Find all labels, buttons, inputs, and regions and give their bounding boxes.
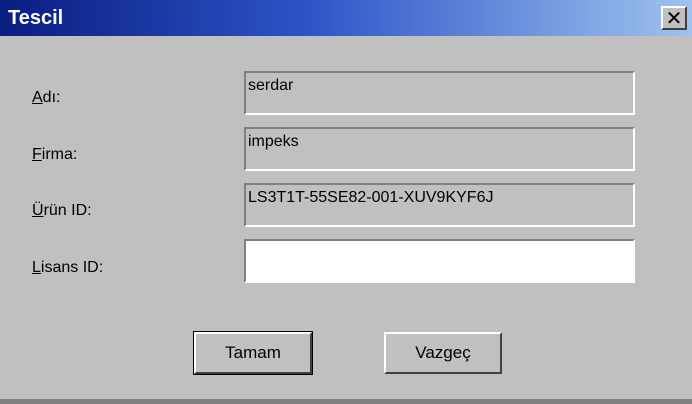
license-id-input[interactable] bbox=[244, 239, 635, 283]
name-label-mnemonic: A bbox=[32, 89, 43, 106]
product-id-label: Ürün ID: bbox=[32, 201, 92, 221]
company-label: Firma: bbox=[32, 145, 77, 165]
window-bottom-border bbox=[0, 399, 692, 404]
window-title: Tescil bbox=[8, 7, 64, 29]
close-button[interactable]: ✕ bbox=[661, 6, 687, 30]
registration-dialog: Tescil ✕ Adı: serdar Firma: impeks Ürün … bbox=[0, 0, 692, 404]
close-icon: ✕ bbox=[665, 6, 683, 30]
company-label-mnemonic: F bbox=[32, 146, 42, 163]
company-label-text: irma: bbox=[41, 146, 78, 163]
license-id-label-text: isans ID: bbox=[40, 259, 104, 276]
product-id-label-mnemonic: Ü bbox=[32, 202, 44, 219]
company-field[interactable]: impeks bbox=[244, 127, 635, 171]
license-id-label-mnemonic: L bbox=[32, 259, 41, 276]
product-id-label-text: rün ID: bbox=[43, 202, 92, 219]
ok-button[interactable]: Tamam bbox=[193, 331, 313, 375]
license-id-label: Lisans ID: bbox=[32, 258, 103, 278]
product-id-field[interactable]: LS3T1T-55SE82-001-XUV9KYF6J bbox=[244, 183, 635, 227]
title-bar[interactable]: Tescil ✕ bbox=[0, 0, 692, 36]
name-field[interactable]: serdar bbox=[244, 71, 635, 115]
name-label: Adı: bbox=[32, 88, 60, 108]
name-label-text: dı: bbox=[42, 89, 61, 106]
cancel-button[interactable]: Vazgeç bbox=[384, 332, 502, 374]
